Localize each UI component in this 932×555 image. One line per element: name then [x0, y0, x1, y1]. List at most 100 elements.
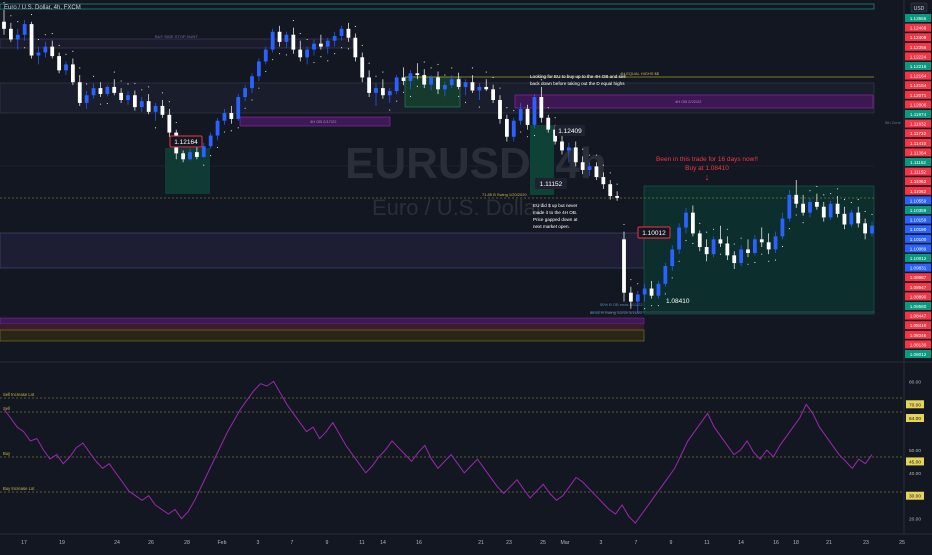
price-axis-label: 1.08012 — [910, 352, 927, 357]
sar-dot — [471, 67, 473, 69]
sar-dot — [589, 154, 591, 156]
sar-dot — [279, 53, 281, 55]
candle-body — [346, 28, 351, 38]
rsi-axis-label: 45.00 — [909, 459, 921, 465]
sar-dot — [781, 245, 783, 247]
time-axis-label: 25 — [540, 540, 546, 546]
swing-label: 71.85 B Swing 1/20/2020 — [482, 192, 527, 197]
sar-dot — [361, 44, 363, 46]
sar-dot — [161, 92, 163, 94]
eu-did-line-2: made it to the 4H OB. — [533, 210, 577, 215]
sar-dot — [492, 76, 494, 78]
sar-dot — [31, 14, 33, 16]
sar-dot — [44, 34, 46, 36]
sar-dot — [244, 107, 246, 109]
candle-body — [690, 212, 695, 234]
price-axis-label: 1.12164 — [910, 74, 927, 79]
sar-dot — [809, 190, 811, 192]
candle-body — [622, 239, 626, 293]
eu-did-line-1: EU did $ up but never — [533, 203, 578, 208]
time-axis-label: 14 — [738, 540, 744, 546]
sar-dot — [375, 75, 377, 77]
sar-dot — [733, 243, 735, 245]
rsi-axis-label: 80.00 — [909, 379, 921, 385]
candle-body — [677, 227, 682, 250]
candle-body — [22, 24, 27, 35]
sar-dot — [651, 305, 653, 307]
price-axis-label: 1.11832 — [910, 122, 927, 127]
sar-dot — [837, 188, 839, 190]
sar-dot — [788, 228, 790, 230]
candle-body — [739, 249, 744, 264]
time-axis-label: 17 — [21, 540, 27, 546]
sar-dot — [465, 101, 467, 103]
sar-dot — [540, 79, 542, 81]
candle-body — [801, 203, 806, 213]
sar-dot — [671, 277, 673, 279]
candle-body — [856, 212, 861, 224]
candle-body — [491, 89, 496, 100]
rsi-axis-label: 50.00 — [909, 448, 921, 454]
candle-body — [318, 43, 323, 47]
price-axis-label: 1.11410 — [910, 141, 927, 146]
sar-dot — [527, 136, 529, 138]
candle-body — [670, 249, 675, 267]
candle-body — [773, 236, 778, 250]
candle-body — [119, 92, 124, 100]
rsi-axis-label: 40.00 — [909, 471, 921, 477]
candle-body — [57, 56, 62, 71]
sar-dot — [17, 21, 19, 23]
ob-zone-1-label: 4H OB 2/17/22 — [310, 119, 337, 124]
sar-dot — [299, 33, 301, 35]
candle-body — [70, 64, 75, 83]
sar-dot — [251, 99, 253, 101]
sar-dot — [306, 38, 308, 41]
candle-body — [43, 46, 48, 53]
candle-body — [236, 97, 241, 119]
sar-dot — [10, 15, 12, 17]
sar-dot — [396, 100, 398, 102]
sar-dot — [485, 71, 487, 73]
price-axis-label: 1.11364 — [910, 150, 927, 155]
candle-body — [656, 283, 661, 296]
sar-dot — [265, 70, 267, 73]
candle-body — [814, 201, 819, 207]
candle-body — [546, 117, 551, 130]
candle-body — [36, 52, 41, 56]
sar-dot — [313, 62, 315, 64]
candle-body — [628, 292, 633, 302]
fib-label-1: 50% B OB ends 5/11/22 — [600, 302, 643, 307]
candle-body — [284, 34, 289, 42]
sar-dot — [685, 239, 687, 242]
price-axis-label: 1.08447 — [910, 314, 927, 319]
price-axis-label: 1.10159 — [910, 218, 927, 223]
sar-dot — [79, 67, 81, 69]
sar-dot — [499, 87, 501, 89]
candle-body — [787, 194, 792, 219]
sar-dot — [430, 67, 432, 69]
candle-body — [8, 28, 13, 40]
candle-body — [518, 108, 523, 121]
candle-body — [601, 177, 606, 185]
chart-canvas: EURUSD, 4h Euro / U.S. Dollar BUY SIDE S… — [0, 0, 932, 550]
candle-body — [305, 49, 310, 58]
sar-dot — [120, 80, 122, 82]
sar-dot — [857, 199, 859, 201]
sar-dot — [802, 222, 804, 224]
candle-body — [256, 61, 261, 77]
callout-3: 1.11152 — [540, 181, 563, 188]
candle-body — [208, 135, 213, 147]
candle-body — [325, 40, 330, 47]
candle-body — [105, 86, 110, 95]
candle-body — [401, 77, 406, 82]
price-axis-label: 1.11974 — [910, 112, 927, 117]
candle-body — [229, 113, 234, 119]
sar-dot — [113, 71, 115, 73]
price-axis-label: 1.11722 — [910, 131, 927, 136]
eu-did-line-3: Price gapped down at — [533, 217, 578, 222]
price-axis-label: 1.10559 — [910, 198, 927, 203]
rsi-sell-label: Sell — [3, 406, 10, 411]
candle-body — [477, 86, 482, 91]
candle-body — [560, 141, 564, 151]
price-axis-label: 1.11062 — [910, 179, 927, 184]
